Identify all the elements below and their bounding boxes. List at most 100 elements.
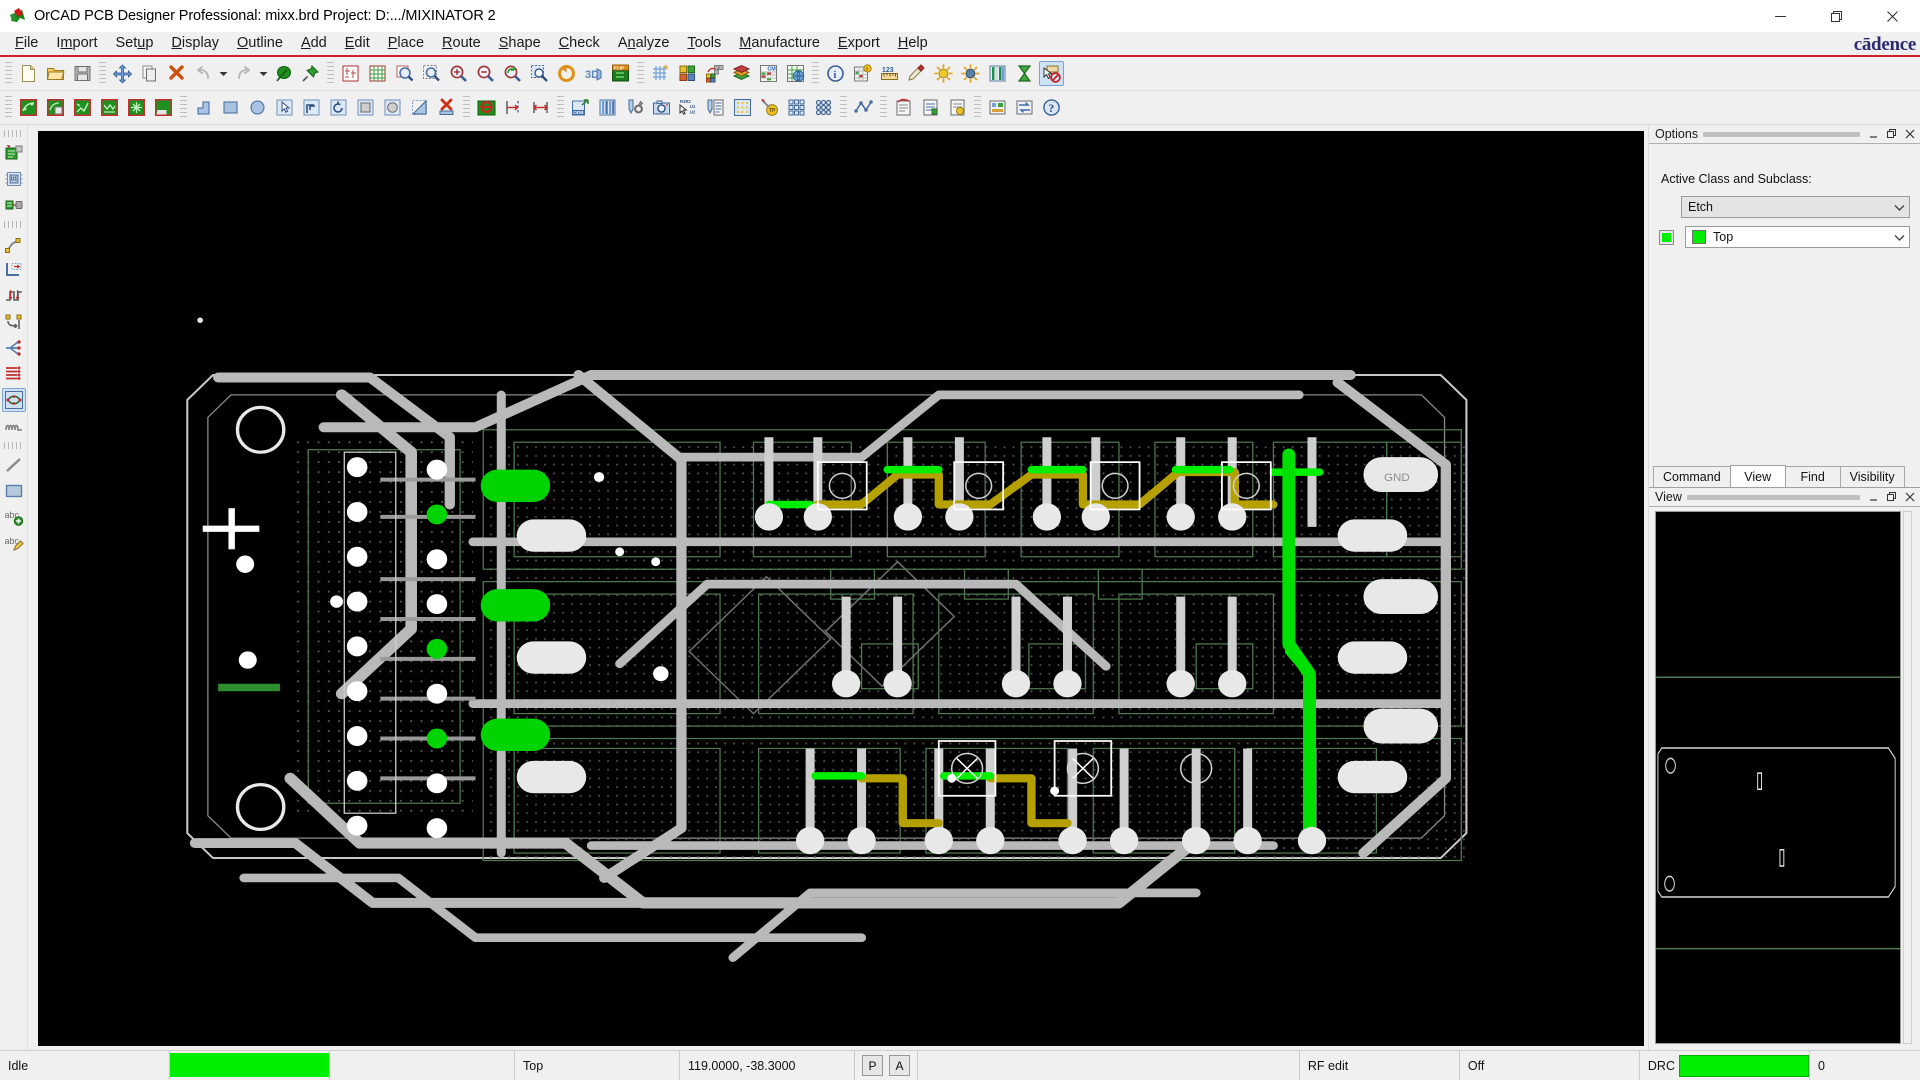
menu-outline[interactable]: Outline bbox=[228, 34, 292, 54]
filled-square-icon[interactable] bbox=[353, 95, 378, 120]
undo-history-chevron-down-icon[interactable] bbox=[217, 61, 230, 86]
toolbar-grip[interactable] bbox=[180, 95, 187, 120]
menu-check[interactable]: Check bbox=[550, 34, 609, 54]
silkscreen-refdes-icon[interactable]: R1R2 U1 U2 bbox=[676, 95, 701, 120]
dimension-span-icon[interactable] bbox=[528, 95, 553, 120]
view-close-icon[interactable] bbox=[1902, 489, 1918, 505]
grid-toggle-icon[interactable] bbox=[648, 61, 673, 86]
view-minimap-canvas[interactable] bbox=[1655, 511, 1901, 1044]
odb-export-icon[interactable]: ODB bbox=[568, 95, 593, 120]
menu-display[interactable]: Display bbox=[162, 34, 228, 54]
menu-setup[interactable]: Setup bbox=[107, 34, 163, 54]
swap-components-icon[interactable] bbox=[1012, 95, 1037, 120]
zoom-grid-icon[interactable] bbox=[365, 61, 390, 86]
polygon-step-icon[interactable] bbox=[191, 95, 216, 120]
menu-help[interactable]: Help bbox=[889, 34, 937, 54]
sun-bright-icon[interactable] bbox=[931, 61, 956, 86]
shape-add-icon[interactable] bbox=[16, 95, 41, 120]
signal-waveform-icon[interactable] bbox=[851, 95, 876, 120]
minimize-button[interactable] bbox=[1752, 0, 1808, 33]
undo-arrow-icon[interactable] bbox=[191, 61, 216, 86]
menu-tools[interactable]: Tools bbox=[678, 34, 730, 54]
color-palette-icon[interactable] bbox=[675, 61, 700, 86]
report-doc-icon[interactable] bbox=[918, 95, 943, 120]
panel-drag-rail[interactable] bbox=[1703, 131, 1860, 137]
toolbar-grip[interactable] bbox=[3, 221, 24, 228]
info-circle-icon[interactable]: i bbox=[823, 61, 848, 86]
subclass-color-icon[interactable] bbox=[702, 61, 727, 86]
pcb-canvas-container[interactable]: GND bbox=[28, 125, 1648, 1050]
zoom-out-icon[interactable] bbox=[473, 61, 498, 86]
help-question-icon[interactable]: ? bbox=[1039, 95, 1064, 120]
toolbar-grip[interactable] bbox=[974, 95, 981, 120]
copy-icon[interactable] bbox=[137, 61, 162, 86]
no-select-cursor-icon[interactable] bbox=[1039, 61, 1064, 86]
view-scrollbar[interactable] bbox=[1903, 511, 1912, 1044]
place-swap-icon[interactable] bbox=[2, 193, 26, 217]
global-display-icon[interactable] bbox=[783, 61, 808, 86]
options-minimize-icon[interactable] bbox=[1866, 126, 1882, 142]
menu-add[interactable]: Add bbox=[292, 34, 336, 54]
shape-select-icon[interactable] bbox=[43, 95, 68, 120]
edit-text-icon[interactable]: abc bbox=[2, 531, 26, 555]
photo-plot-icon[interactable] bbox=[649, 95, 674, 120]
toolbar-grip[interactable] bbox=[812, 61, 819, 86]
zoom-in-icon[interactable] bbox=[446, 61, 471, 86]
menu-place[interactable]: Place bbox=[379, 34, 433, 54]
open-folder-icon[interactable] bbox=[43, 61, 68, 86]
key-p-button[interactable]: P bbox=[862, 1055, 883, 1076]
subclass-visibility-toggle[interactable] bbox=[1659, 229, 1674, 245]
menu-manufacture[interactable]: Manufacture bbox=[730, 34, 829, 54]
measure-ruler-icon[interactable]: 123 bbox=[877, 61, 902, 86]
drc-stop-icon[interactable] bbox=[474, 95, 499, 120]
zoom-previous-icon[interactable] bbox=[500, 61, 525, 86]
menu-edit[interactable]: Edit bbox=[336, 34, 379, 54]
toolbar-grip[interactable] bbox=[3, 130, 24, 137]
tab-visibility[interactable]: Visibility bbox=[1839, 466, 1905, 487]
place-component-icon[interactable]: U1 bbox=[2, 167, 26, 191]
layers-vertical-icon[interactable] bbox=[985, 61, 1010, 86]
placement-edit-icon[interactable] bbox=[985, 95, 1010, 120]
via-array-icon[interactable] bbox=[811, 95, 836, 120]
custom-smooth-icon[interactable] bbox=[2, 310, 26, 334]
tab-view[interactable]: View bbox=[1729, 465, 1786, 487]
green-leaf-icon[interactable] bbox=[271, 61, 296, 86]
bom-clipboard-icon[interactable] bbox=[891, 95, 916, 120]
constraint-manager-icon[interactable]: CM bbox=[756, 61, 781, 86]
active-subclass-select[interactable]: Top bbox=[1685, 226, 1910, 248]
place-manual-icon[interactable] bbox=[2, 141, 26, 165]
redo-history-chevron-down-icon[interactable] bbox=[257, 61, 270, 86]
delay-tune-icon[interactable] bbox=[2, 284, 26, 308]
toolbar-grip[interactable] bbox=[637, 61, 644, 86]
zoom-fit-board-icon[interactable] bbox=[338, 61, 363, 86]
delete-x-icon[interactable] bbox=[164, 61, 189, 86]
menu-import[interactable]: Import bbox=[47, 34, 106, 54]
rectangle-icon[interactable] bbox=[218, 95, 243, 120]
rotate-shape-icon[interactable] bbox=[326, 95, 351, 120]
toolbar-grip[interactable] bbox=[327, 61, 334, 86]
menu-shape[interactable]: Shape bbox=[490, 34, 550, 54]
slide-route-icon[interactable] bbox=[2, 258, 26, 282]
new-file-icon[interactable] bbox=[16, 61, 41, 86]
flip-board-icon[interactable]: FLIP bbox=[608, 61, 633, 86]
zoom-in-selection-icon[interactable] bbox=[392, 61, 417, 86]
toolbar-grip[interactable] bbox=[3, 442, 24, 449]
toolbar-grip[interactable] bbox=[463, 95, 470, 120]
offset-shape-icon[interactable] bbox=[299, 95, 324, 120]
maximize-button[interactable] bbox=[1808, 0, 1864, 33]
save-disk-icon[interactable] bbox=[70, 61, 95, 86]
move-arrows-icon[interactable] bbox=[110, 61, 135, 86]
three-d-view-icon[interactable]: 3D bbox=[581, 61, 606, 86]
delete-shape-icon[interactable] bbox=[434, 95, 459, 120]
view-minimize-icon[interactable] bbox=[1866, 489, 1882, 505]
fanout-icon[interactable] bbox=[2, 336, 26, 360]
circle-icon[interactable] bbox=[245, 95, 270, 120]
shape-compose-icon[interactable] bbox=[151, 95, 176, 120]
report-icon[interactable]: i bbox=[850, 61, 875, 86]
hourglass-icon[interactable] bbox=[1012, 61, 1037, 86]
active-class-select[interactable]: Etch bbox=[1681, 196, 1910, 218]
toolbar-grip[interactable] bbox=[99, 61, 106, 86]
filled-circle-icon[interactable] bbox=[380, 95, 405, 120]
panel-drag-rail[interactable] bbox=[1686, 494, 1860, 500]
nc-drill-icon[interactable] bbox=[622, 95, 647, 120]
